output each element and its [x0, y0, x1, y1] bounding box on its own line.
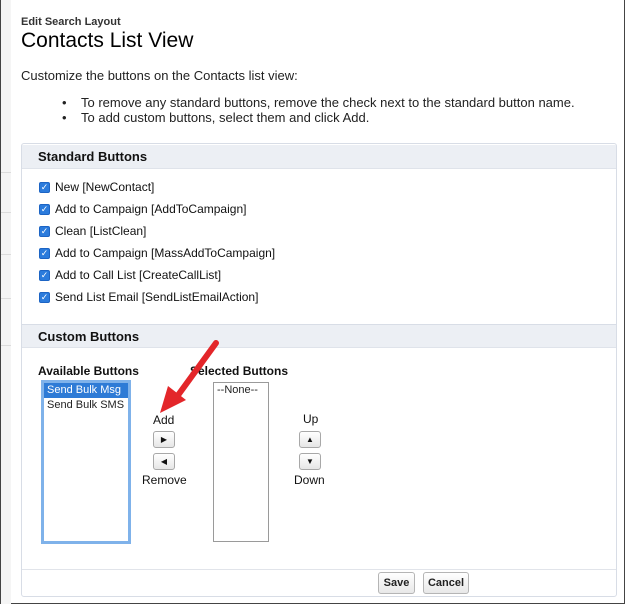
- checkbox[interactable]: ✓: [39, 291, 50, 303]
- move-up-button[interactable]: ▲: [299, 431, 321, 448]
- list-option[interactable]: Send Bulk SMS: [44, 398, 128, 413]
- remove-button[interactable]: ◀: [153, 453, 175, 470]
- arrow-left-icon: ◀: [160, 457, 168, 466]
- standard-button-row[interactable]: ✓ Send List Email [SendListEmailAction]: [39, 288, 258, 306]
- list-option[interactable]: Send Bulk Msg: [44, 383, 128, 398]
- move-down-button[interactable]: ▼: [299, 453, 321, 470]
- standard-button-row[interactable]: ✓ Add to Campaign [MassAddToCampaign]: [39, 244, 275, 262]
- standard-button-label: New [NewContact]: [55, 180, 155, 194]
- standard-button-label: Clean [ListClean]: [55, 224, 147, 238]
- remove-label: Remove: [142, 473, 187, 487]
- checkbox[interactable]: ✓: [39, 203, 50, 215]
- standard-button-row[interactable]: ✓ New [NewContact]: [39, 178, 154, 196]
- up-label: Up: [303, 412, 319, 426]
- checkbox[interactable]: ✓: [39, 181, 50, 193]
- add-button[interactable]: ▶: [153, 431, 175, 448]
- checkbox[interactable]: ✓: [39, 225, 50, 237]
- left-gutter: [1, 0, 11, 604]
- page-subtitle: Edit Search Layout: [21, 16, 121, 28]
- checkbox[interactable]: ✓: [39, 269, 50, 281]
- available-buttons-listbox[interactable]: Send Bulk Msg Send Bulk SMS: [41, 380, 131, 544]
- footer-divider: [22, 569, 616, 570]
- cancel-button[interactable]: Cancel: [423, 572, 469, 594]
- standard-button-label: Add to Call List [CreateCallList]: [55, 268, 222, 282]
- arrow-down-icon: ▼: [306, 457, 314, 466]
- section-title: Custom Buttons: [38, 329, 140, 344]
- save-button[interactable]: Save: [378, 572, 415, 594]
- page-description: Customize the buttons on the Contacts li…: [21, 68, 298, 83]
- selected-buttons-label: Selected Buttons: [190, 364, 289, 378]
- instruction-item: To remove any standard buttons, remove t…: [62, 95, 575, 110]
- standard-buttons-header: Standard Buttons: [22, 145, 616, 169]
- layout-panel: Standard Buttons ✓ New [NewContact] ✓ Ad…: [21, 143, 617, 597]
- instruction-item: To add custom buttons, select them and c…: [62, 110, 575, 125]
- standard-button-label: Add to Campaign [AddToCampaign]: [55, 202, 247, 216]
- standard-button-row[interactable]: ✓ Clean [ListClean]: [39, 222, 146, 240]
- checkbox[interactable]: ✓: [39, 247, 50, 259]
- selected-buttons-listbox[interactable]: --None--: [213, 382, 269, 542]
- standard-button-row[interactable]: ✓ Add to Campaign [AddToCampaign]: [39, 200, 246, 218]
- list-option[interactable]: --None--: [214, 383, 268, 398]
- standard-button-row[interactable]: ✓ Add to Call List [CreateCallList]: [39, 266, 221, 284]
- arrow-up-icon: ▲: [306, 435, 314, 444]
- down-label: Down: [294, 473, 325, 487]
- page-title: Contacts List View: [21, 29, 194, 52]
- add-label: Add: [153, 413, 175, 427]
- section-title: Standard Buttons: [38, 149, 148, 164]
- available-buttons-label: Available Buttons: [38, 364, 139, 378]
- standard-button-label: Add to Campaign [MassAddToCampaign]: [55, 246, 276, 260]
- arrow-right-icon: ▶: [160, 435, 168, 444]
- standard-button-label: Send List Email [SendListEmailAction]: [55, 290, 259, 304]
- custom-buttons-header: Custom Buttons: [22, 324, 616, 348]
- instruction-list: To remove any standard buttons, remove t…: [62, 95, 575, 125]
